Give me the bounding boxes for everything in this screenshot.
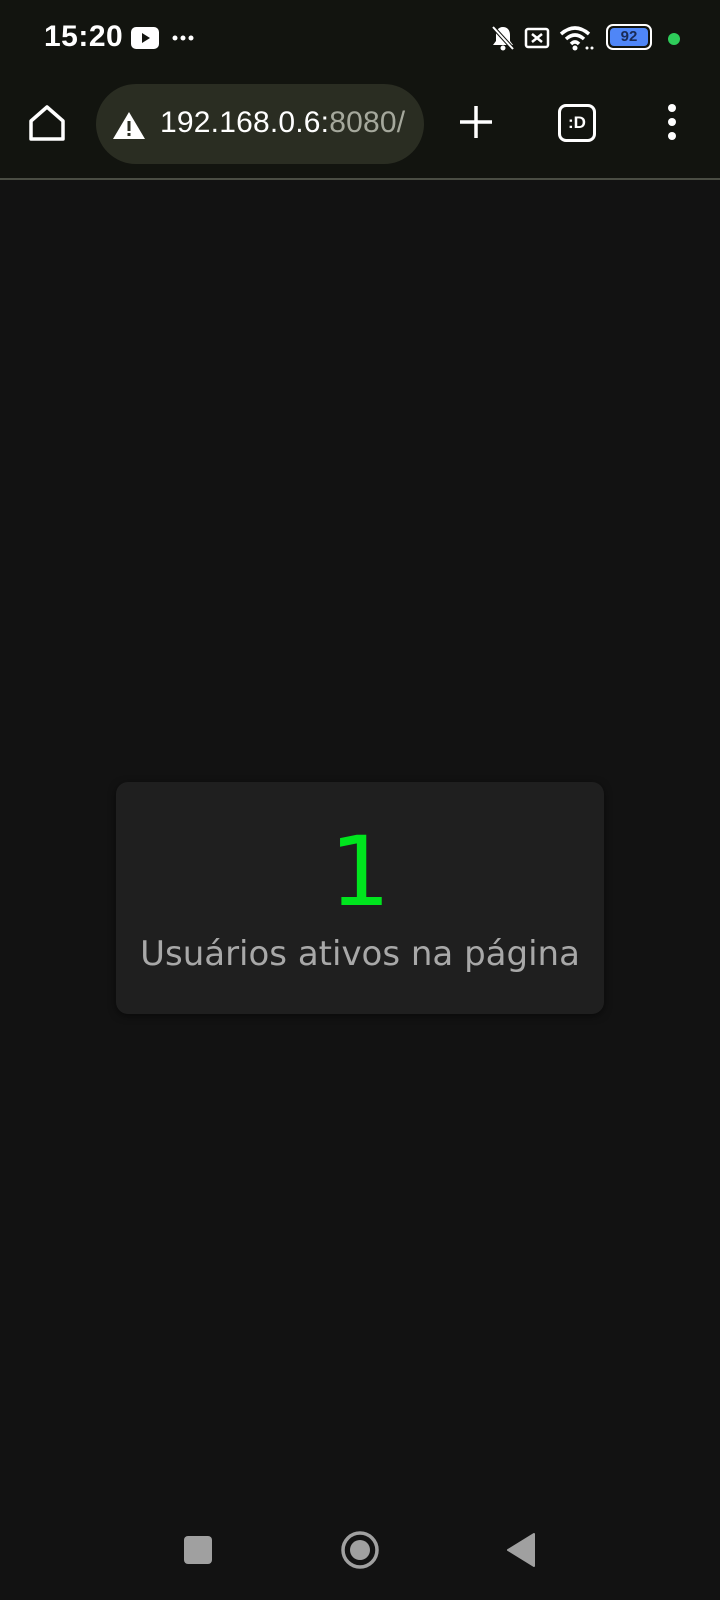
active-users-count: 1 — [329, 816, 391, 928]
home-circle-icon[interactable] — [340, 1530, 380, 1570]
browser-toolbar: 192.168.0.6:8080/ :D — [0, 78, 720, 180]
address-bar[interactable]: 192.168.0.6:8080/ — [96, 84, 424, 164]
active-users-label: Usuários ativos na página — [140, 934, 580, 974]
youtube-icon — [131, 27, 159, 49]
warning-icon[interactable] — [112, 110, 146, 140]
tabs-icon[interactable]: :D — [558, 104, 596, 142]
system-nav-bar — [0, 1510, 720, 1600]
back-triangle-icon[interactable] — [506, 1532, 536, 1568]
home-icon[interactable] — [26, 102, 68, 144]
sim-x-icon — [524, 27, 550, 49]
recents-icon[interactable] — [184, 1536, 212, 1564]
url-port: 8080/ — [329, 106, 406, 139]
privacy-dot — [668, 33, 680, 45]
plus-icon[interactable] — [456, 102, 496, 142]
url-host: 192.168.0.6: — [160, 106, 330, 139]
bell-off-icon — [491, 25, 515, 51]
battery-icon: 92 — [606, 24, 652, 50]
status-time: 15:20 — [44, 20, 124, 53]
wifi-icon — [559, 26, 594, 51]
menu-dots-icon[interactable] — [660, 102, 684, 142]
more-dots-icon — [172, 35, 194, 41]
active-users-card: 1 Usuários ativos na página — [116, 782, 604, 1014]
battery-level: 92 — [610, 28, 648, 46]
status-bar: 15:20 92 — [0, 0, 720, 78]
url-text[interactable]: 192.168.0.6:8080/ — [160, 106, 405, 140]
